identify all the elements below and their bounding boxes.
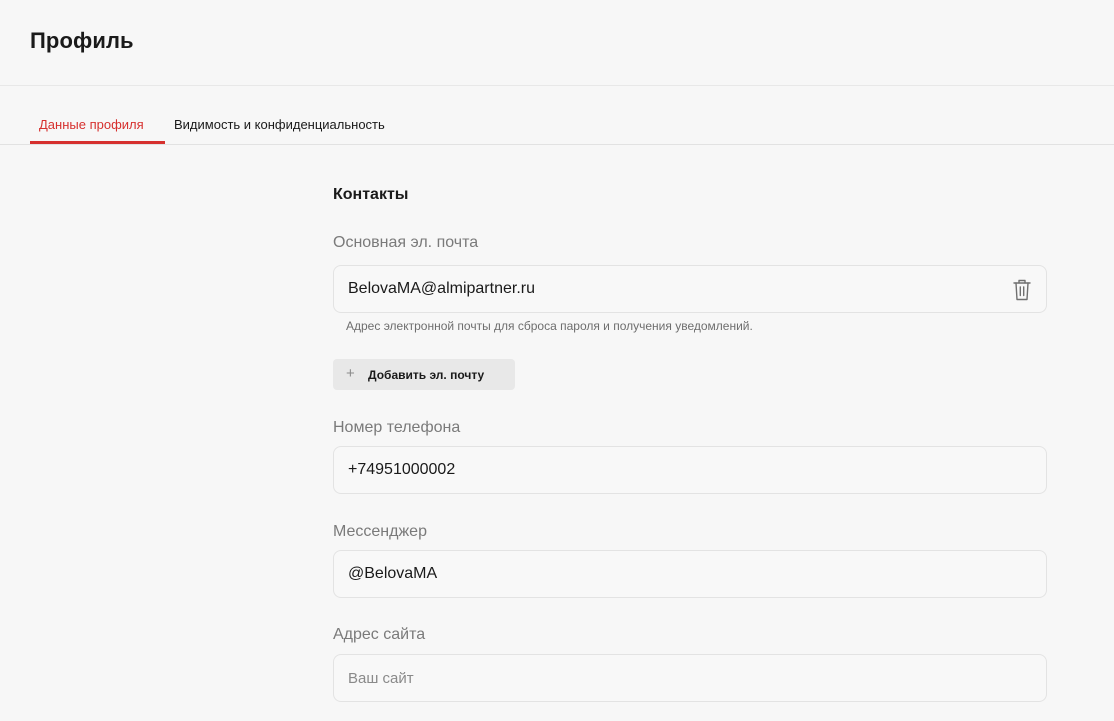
phone-value[interactable]: +74951000002 (348, 461, 455, 479)
email-value[interactable]: BelovaMA@almipartner.ru (348, 280, 535, 298)
tab-bar: Данные профиля Видимость и конфиденциаль… (0, 86, 1114, 145)
phone-field[interactable]: +74951000002 (333, 446, 1047, 494)
website-placeholder[interactable]: Ваш сайт (348, 670, 414, 687)
email-field[interactable]: BelovaMA@almipartner.ru (333, 265, 1047, 313)
email-hint: Адрес электронной почты для сброса парол… (346, 319, 753, 333)
add-email-button-label: Добавить эл. почту (368, 368, 485, 382)
page-header: Профиль (0, 0, 1114, 86)
trash-icon[interactable] (1012, 278, 1032, 302)
plus-icon: + (346, 365, 355, 382)
website-field[interactable]: Ваш сайт (333, 654, 1047, 702)
add-email-button[interactable]: + Добавить эл. почту (333, 359, 515, 390)
messenger-field[interactable]: @BelovaMA (333, 550, 1047, 598)
website-label: Адрес сайта (333, 626, 426, 643)
tab-visibility-privacy[interactable]: Видимость и конфиденциальность (174, 117, 385, 132)
profile-page: Профиль Данные профиля Видимость и конфи… (0, 0, 1114, 721)
tab-profile-data[interactable]: Данные профиля (39, 117, 144, 132)
messenger-label: Мессенджер (333, 523, 427, 540)
phone-label: Номер телефона (333, 419, 461, 436)
page-title: Профиль (30, 28, 134, 53)
messenger-value[interactable]: @BelovaMA (348, 565, 437, 583)
email-label: Основная эл. почта (333, 234, 479, 251)
active-tab-indicator (30, 141, 165, 144)
contacts-section-title: Контакты (333, 186, 409, 203)
